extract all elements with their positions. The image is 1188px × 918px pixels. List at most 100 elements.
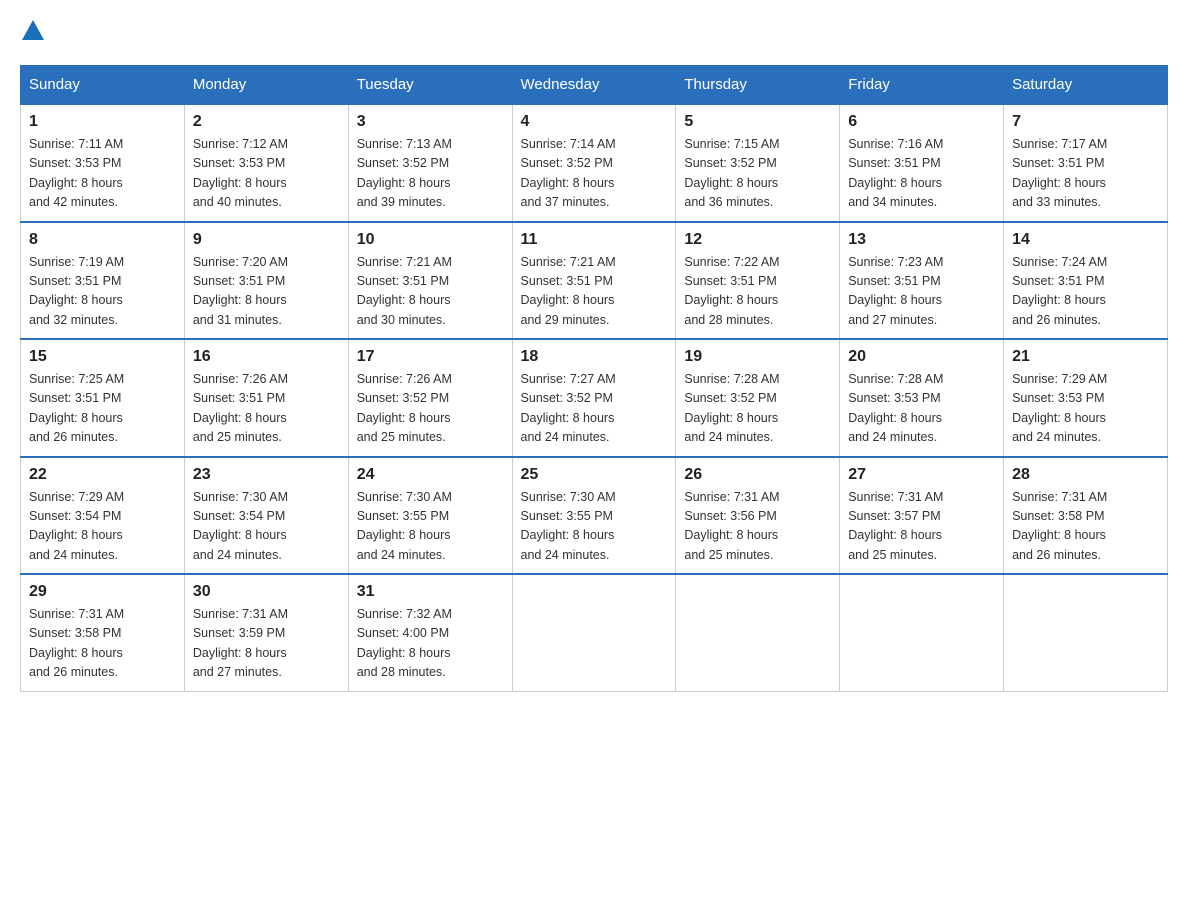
calendar-cell: 12 Sunrise: 7:22 AMSunset: 3:51 PMDaylig… [676,222,840,340]
day-number: 23 [193,466,340,484]
calendar-week-2: 8 Sunrise: 7:19 AMSunset: 3:51 PMDayligh… [21,222,1168,340]
day-info: Sunrise: 7:32 AMSunset: 4:00 PMDaylight:… [357,607,452,679]
calendar-cell: 16 Sunrise: 7:26 AMSunset: 3:51 PMDaylig… [184,339,348,457]
calendar-week-1: 1 Sunrise: 7:11 AMSunset: 3:53 PMDayligh… [21,104,1168,222]
day-number: 2 [193,113,340,131]
day-info: Sunrise: 7:25 AMSunset: 3:51 PMDaylight:… [29,372,124,444]
calendar-cell: 2 Sunrise: 7:12 AMSunset: 3:53 PMDayligh… [184,104,348,222]
calendar-week-5: 29 Sunrise: 7:31 AMSunset: 3:58 PMDaylig… [21,574,1168,691]
calendar-cell: 31 Sunrise: 7:32 AMSunset: 4:00 PMDaylig… [348,574,512,691]
day-number: 17 [357,348,504,366]
day-info: Sunrise: 7:31 AMSunset: 3:58 PMDaylight:… [1012,490,1107,562]
calendar-cell: 17 Sunrise: 7:26 AMSunset: 3:52 PMDaylig… [348,339,512,457]
calendar-header-saturday: Saturday [1004,66,1168,105]
calendar-cell: 13 Sunrise: 7:23 AMSunset: 3:51 PMDaylig… [840,222,1004,340]
calendar-cell: 22 Sunrise: 7:29 AMSunset: 3:54 PMDaylig… [21,457,185,575]
calendar-header-friday: Friday [840,66,1004,105]
day-number: 7 [1012,113,1159,131]
day-number: 14 [1012,231,1159,249]
day-info: Sunrise: 7:26 AMSunset: 3:51 PMDaylight:… [193,372,288,444]
calendar-cell: 27 Sunrise: 7:31 AMSunset: 3:57 PMDaylig… [840,457,1004,575]
day-info: Sunrise: 7:30 AMSunset: 3:55 PMDaylight:… [521,490,616,562]
day-info: Sunrise: 7:31 AMSunset: 3:57 PMDaylight:… [848,490,943,562]
day-info: Sunrise: 7:16 AMSunset: 3:51 PMDaylight:… [848,137,943,209]
calendar-header-row: SundayMondayTuesdayWednesdayThursdayFrid… [21,66,1168,105]
day-info: Sunrise: 7:21 AMSunset: 3:51 PMDaylight:… [357,255,452,327]
calendar-cell: 15 Sunrise: 7:25 AMSunset: 3:51 PMDaylig… [21,339,185,457]
day-number: 16 [193,348,340,366]
day-number: 29 [29,583,176,601]
day-number: 18 [521,348,668,366]
calendar-cell: 11 Sunrise: 7:21 AMSunset: 3:51 PMDaylig… [512,222,676,340]
calendar-header-wednesday: Wednesday [512,66,676,105]
calendar-header-monday: Monday [184,66,348,105]
day-number: 3 [357,113,504,131]
calendar-cell: 4 Sunrise: 7:14 AMSunset: 3:52 PMDayligh… [512,104,676,222]
day-info: Sunrise: 7:31 AMSunset: 3:59 PMDaylight:… [193,607,288,679]
day-number: 25 [521,466,668,484]
calendar-cell: 29 Sunrise: 7:31 AMSunset: 3:58 PMDaylig… [21,574,185,691]
logo-triangle-icon [22,20,44,40]
day-number: 8 [29,231,176,249]
calendar-cell [676,574,840,691]
calendar-cell: 23 Sunrise: 7:30 AMSunset: 3:54 PMDaylig… [184,457,348,575]
day-info: Sunrise: 7:29 AMSunset: 3:53 PMDaylight:… [1012,372,1107,444]
day-number: 26 [684,466,831,484]
day-info: Sunrise: 7:29 AMSunset: 3:54 PMDaylight:… [29,490,124,562]
day-info: Sunrise: 7:28 AMSunset: 3:52 PMDaylight:… [684,372,779,444]
day-number: 24 [357,466,504,484]
calendar-cell: 9 Sunrise: 7:20 AMSunset: 3:51 PMDayligh… [184,222,348,340]
calendar-week-3: 15 Sunrise: 7:25 AMSunset: 3:51 PMDaylig… [21,339,1168,457]
calendar-cell: 14 Sunrise: 7:24 AMSunset: 3:51 PMDaylig… [1004,222,1168,340]
calendar-header-thursday: Thursday [676,66,840,105]
calendar-cell: 20 Sunrise: 7:28 AMSunset: 3:53 PMDaylig… [840,339,1004,457]
day-number: 5 [684,113,831,131]
day-info: Sunrise: 7:26 AMSunset: 3:52 PMDaylight:… [357,372,452,444]
day-number: 20 [848,348,995,366]
day-info: Sunrise: 7:14 AMSunset: 3:52 PMDaylight:… [521,137,616,209]
day-number: 9 [193,231,340,249]
day-info: Sunrise: 7:17 AMSunset: 3:51 PMDaylight:… [1012,137,1107,209]
day-number: 4 [521,113,668,131]
day-info: Sunrise: 7:21 AMSunset: 3:51 PMDaylight:… [521,255,616,327]
day-info: Sunrise: 7:11 AMSunset: 3:53 PMDaylight:… [29,137,123,209]
calendar-cell: 1 Sunrise: 7:11 AMSunset: 3:53 PMDayligh… [21,104,185,222]
day-number: 11 [521,231,668,249]
calendar-table: SundayMondayTuesdayWednesdayThursdayFrid… [20,65,1168,692]
page-header [20,20,1168,45]
logo [20,20,44,45]
day-number: 10 [357,231,504,249]
calendar-cell: 3 Sunrise: 7:13 AMSunset: 3:52 PMDayligh… [348,104,512,222]
day-info: Sunrise: 7:13 AMSunset: 3:52 PMDaylight:… [357,137,452,209]
day-info: Sunrise: 7:27 AMSunset: 3:52 PMDaylight:… [521,372,616,444]
day-number: 21 [1012,348,1159,366]
day-number: 31 [357,583,504,601]
day-number: 30 [193,583,340,601]
calendar-cell: 18 Sunrise: 7:27 AMSunset: 3:52 PMDaylig… [512,339,676,457]
day-info: Sunrise: 7:22 AMSunset: 3:51 PMDaylight:… [684,255,779,327]
calendar-header-sunday: Sunday [21,66,185,105]
day-number: 28 [1012,466,1159,484]
calendar-cell: 6 Sunrise: 7:16 AMSunset: 3:51 PMDayligh… [840,104,1004,222]
calendar-cell: 7 Sunrise: 7:17 AMSunset: 3:51 PMDayligh… [1004,104,1168,222]
day-info: Sunrise: 7:28 AMSunset: 3:53 PMDaylight:… [848,372,943,444]
day-info: Sunrise: 7:19 AMSunset: 3:51 PMDaylight:… [29,255,124,327]
day-info: Sunrise: 7:15 AMSunset: 3:52 PMDaylight:… [684,137,779,209]
calendar-cell: 10 Sunrise: 7:21 AMSunset: 3:51 PMDaylig… [348,222,512,340]
calendar-cell: 21 Sunrise: 7:29 AMSunset: 3:53 PMDaylig… [1004,339,1168,457]
calendar-cell: 28 Sunrise: 7:31 AMSunset: 3:58 PMDaylig… [1004,457,1168,575]
calendar-cell [1004,574,1168,691]
day-number: 12 [684,231,831,249]
day-number: 6 [848,113,995,131]
calendar-cell: 26 Sunrise: 7:31 AMSunset: 3:56 PMDaylig… [676,457,840,575]
calendar-header-tuesday: Tuesday [348,66,512,105]
day-info: Sunrise: 7:12 AMSunset: 3:53 PMDaylight:… [193,137,288,209]
day-info: Sunrise: 7:30 AMSunset: 3:55 PMDaylight:… [357,490,452,562]
calendar-cell: 19 Sunrise: 7:28 AMSunset: 3:52 PMDaylig… [676,339,840,457]
day-info: Sunrise: 7:23 AMSunset: 3:51 PMDaylight:… [848,255,943,327]
day-number: 19 [684,348,831,366]
day-number: 15 [29,348,176,366]
day-info: Sunrise: 7:31 AMSunset: 3:58 PMDaylight:… [29,607,124,679]
day-number: 27 [848,466,995,484]
day-info: Sunrise: 7:20 AMSunset: 3:51 PMDaylight:… [193,255,288,327]
